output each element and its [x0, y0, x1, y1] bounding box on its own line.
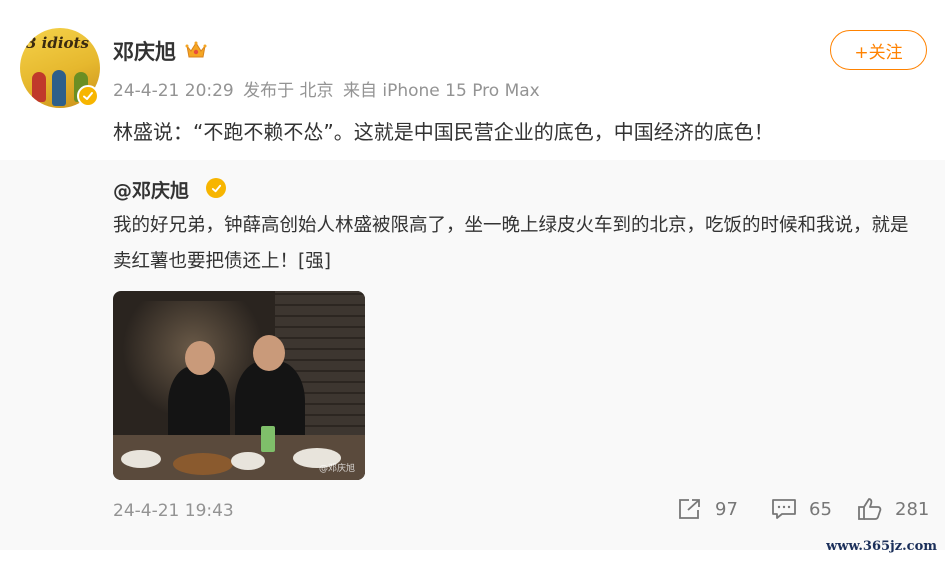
- comment-icon: [772, 499, 796, 519]
- comment-count: 65: [809, 498, 832, 520]
- like-icon: [858, 498, 882, 520]
- repost-icon: [679, 499, 700, 519]
- post-source: 来自 iPhone 15 Pro Max: [342, 81, 540, 101]
- repost-count: 97: [715, 498, 738, 520]
- retweet-time[interactable]: 24-4-21 19:43: [113, 501, 234, 521]
- repost-button[interactable]: 97: [677, 497, 738, 521]
- post-meta: 24-4-21 20:29 发布于 北京 来自 iPhone 15 Pro Ma…: [113, 76, 544, 101]
- verified-icon: [206, 178, 226, 198]
- post-time[interactable]: 24-4-21 20:29: [113, 81, 234, 101]
- crown-icon: [184, 38, 208, 62]
- like-button[interactable]: 281: [857, 497, 929, 521]
- post-text: 林盛说：“不跑不赖不怂”。这就是中国民营企业的底色，中国经济的底色！: [113, 120, 774, 144]
- like-count: 281: [895, 498, 930, 520]
- photo-watermark: @邓庆旭: [318, 464, 355, 474]
- retweet-author[interactable]: @邓庆旭: [113, 176, 189, 203]
- retweet-card: @邓庆旭 我的好兄弟，钟薛高创始人林盛被限高了，坐一晚上绿皮火车到的北京，吃饭的…: [0, 160, 945, 550]
- author-name[interactable]: 邓庆旭: [113, 36, 176, 66]
- verified-icon: [77, 85, 99, 107]
- retweet-text: 我的好兄弟，钟薛高创始人林盛被限高了，坐一晚上绿皮火车到的北京，吃饭的时候和我说…: [113, 215, 909, 272]
- site-watermark: www.365jz.com: [826, 539, 937, 554]
- retweet-photo[interactable]: @邓庆旭: [113, 291, 365, 480]
- comment-button[interactable]: 65: [771, 497, 832, 521]
- follow-button[interactable]: +关注: [830, 30, 927, 70]
- avatar-poster-text: 3 idiots: [26, 34, 89, 52]
- weibo-post: 3 idiots 邓庆旭 24-4-21 20:29 发布于 北京 来自 iPh…: [0, 0, 945, 562]
- post-location: 发布于 北京: [243, 81, 334, 101]
